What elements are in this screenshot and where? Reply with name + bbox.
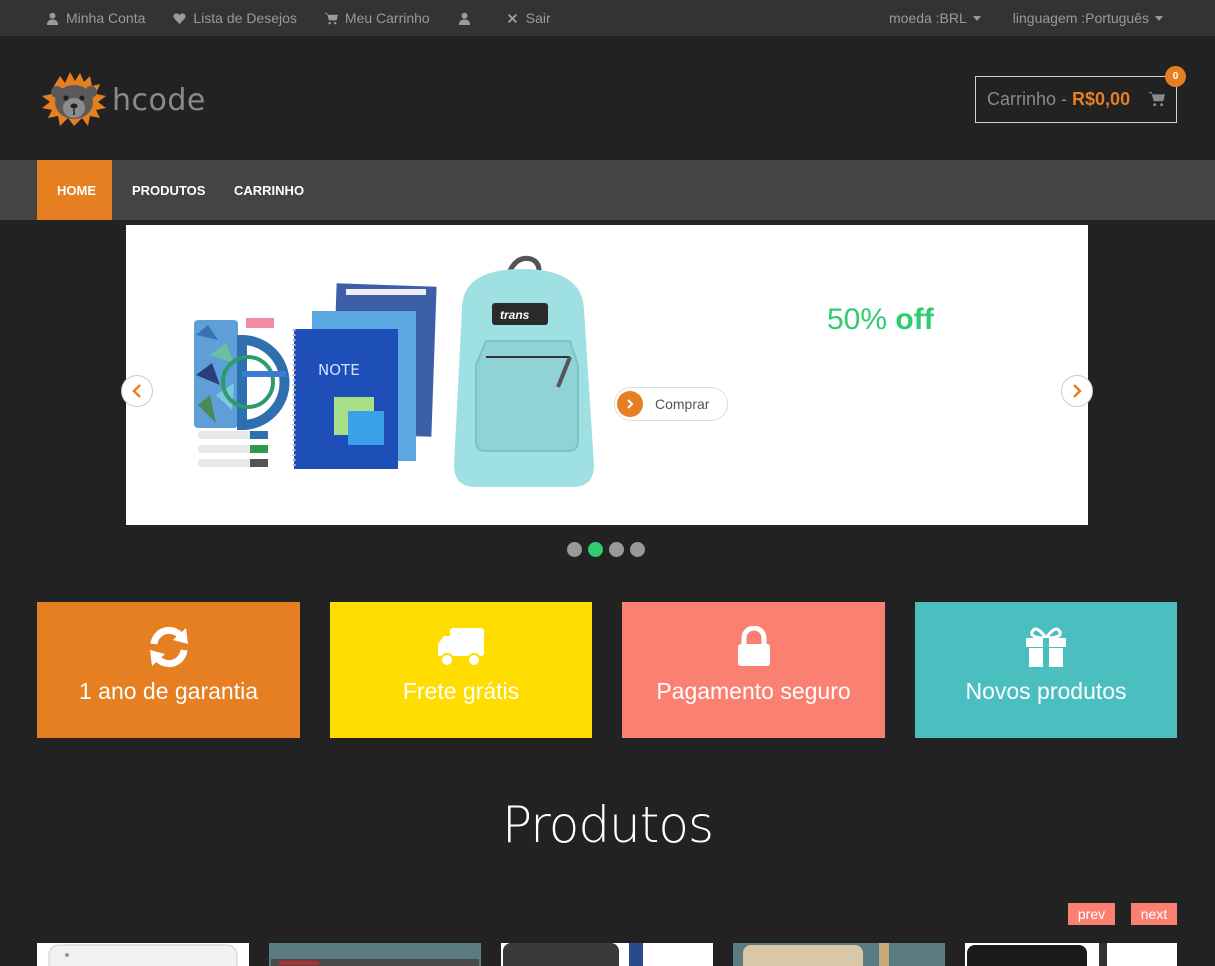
hedgehog-logo-icon — [42, 72, 106, 126]
currency-label: moeda :BRL — [888, 10, 967, 26]
nav-item-home[interactable]: HOME — [37, 160, 112, 220]
feature-secure-payment: Pagamento seguro — [622, 602, 885, 738]
chevron-right-icon — [1073, 384, 1082, 398]
profile-link[interactable] — [458, 12, 478, 25]
product-card[interactable] — [501, 943, 713, 966]
main-nav: HOME PRODUTOS CARRINHO — [0, 160, 1215, 220]
product-card[interactable] — [965, 943, 1177, 966]
slider-prev-button[interactable] — [121, 375, 153, 407]
logout-label: Sair — [525, 10, 551, 26]
close-icon — [507, 13, 517, 23]
product-image — [503, 943, 643, 966]
products-next-button[interactable]: next — [1131, 903, 1177, 925]
feature-secure-payment-label: Pagamento seguro — [656, 678, 851, 704]
hero-slider: NOTE trans 50% off Comprar — [126, 225, 1088, 525]
school-supplies-image: NOTE trans — [194, 255, 594, 487]
wishlist-link[interactable]: Lista de Desejos — [173, 10, 297, 26]
product-image — [48, 944, 238, 966]
caret-down-icon — [972, 15, 981, 21]
slider-next-button[interactable] — [1061, 375, 1093, 407]
language-dropdown[interactable]: linguagem :Português — [1013, 10, 1163, 26]
feature-free-shipping: Frete grátis — [330, 602, 592, 738]
heart-icon — [173, 12, 186, 24]
cart-count-badge: 0 — [1165, 66, 1186, 87]
slider-dot-2[interactable] — [588, 542, 603, 557]
feature-free-shipping-label: Frete grátis — [402, 678, 520, 704]
my-cart-link[interactable]: Meu Carrinho — [324, 10, 430, 26]
currency-dropdown[interactable]: moeda :BRL — [889, 10, 981, 26]
nav-produtos-label: PRODUTOS — [132, 182, 206, 198]
chevron-right-icon — [617, 391, 643, 417]
product-image — [271, 959, 479, 966]
product-card[interactable] — [269, 943, 481, 966]
product-card[interactable] — [37, 943, 249, 966]
slider-dot-4[interactable] — [630, 542, 645, 557]
chevron-left-icon — [132, 384, 141, 398]
user-icon — [46, 12, 59, 25]
nav-item-carrinho[interactable]: CARRINHO — [214, 160, 324, 220]
buy-button[interactable]: Comprar — [614, 387, 728, 421]
header-cart-button[interactable]: Carrinho - R$0,00 0 — [975, 66, 1186, 123]
discount-word: off — [895, 303, 934, 336]
product-card[interactable] — [733, 943, 945, 966]
svg-text:NOTE: NOTE — [318, 361, 360, 379]
cart-icon — [1149, 92, 1165, 107]
svg-text:trans: trans — [500, 308, 530, 322]
cart-label: Carrinho - — [987, 89, 1068, 109]
language-label: linguagem :Português — [1012, 10, 1149, 26]
caret-down-icon — [1155, 15, 1163, 21]
discount-percent: 50% — [827, 303, 888, 336]
logo-text: hcode — [112, 82, 206, 118]
slider-dot-3[interactable] — [609, 542, 624, 557]
feature-new-products-label: Novos produtos — [965, 678, 1127, 704]
site-header: hcode Carrinho - R$0,00 0 — [0, 36, 1215, 160]
feature-warranty-label: 1 ano de garantia — [78, 678, 259, 704]
my-account-link[interactable]: Minha Conta — [46, 10, 145, 26]
feature-new-products: Novos produtos — [915, 602, 1177, 738]
slider-dots — [567, 542, 651, 557]
nav-item-produtos[interactable]: PRODUTOS — [112, 160, 225, 220]
buy-button-label: Comprar — [655, 396, 710, 412]
logout-link[interactable]: Sair — [506, 10, 551, 26]
gift-icon — [1024, 624, 1068, 670]
feature-warranty: 1 ano de garantia — [37, 602, 300, 738]
logo[interactable]: hcode — [40, 72, 206, 128]
account-links: Minha Conta Lista de Desejos Meu Carrinh… — [46, 0, 579, 36]
truck-icon — [436, 624, 486, 670]
product-image — [967, 943, 1107, 966]
slider-dot-1[interactable] — [567, 542, 582, 557]
products-prev-button[interactable]: prev — [1068, 903, 1115, 925]
cart-icon — [324, 12, 338, 24]
cart-amount: R$0,00 — [1072, 89, 1131, 109]
my-account-label: Minha Conta — [66, 10, 146, 26]
my-cart-label: Meu Carrinho — [344, 10, 430, 26]
nav-home-label: HOME — [57, 182, 96, 198]
product-image — [743, 943, 889, 966]
lock-icon — [736, 624, 772, 670]
discount-text: 50% off — [827, 303, 934, 337]
prev-label: prev — [1077, 906, 1106, 922]
top-bar: Minha Conta Lista de Desejos Meu Carrinh… — [0, 0, 1215, 36]
user-icon — [458, 12, 470, 25]
refresh-icon — [146, 624, 192, 670]
wishlist-label: Lista de Desejos — [193, 10, 297, 26]
nav-carrinho-label: CARRINHO — [234, 182, 305, 198]
products-heading: Produtos — [502, 796, 714, 854]
next-label: next — [1140, 906, 1168, 922]
